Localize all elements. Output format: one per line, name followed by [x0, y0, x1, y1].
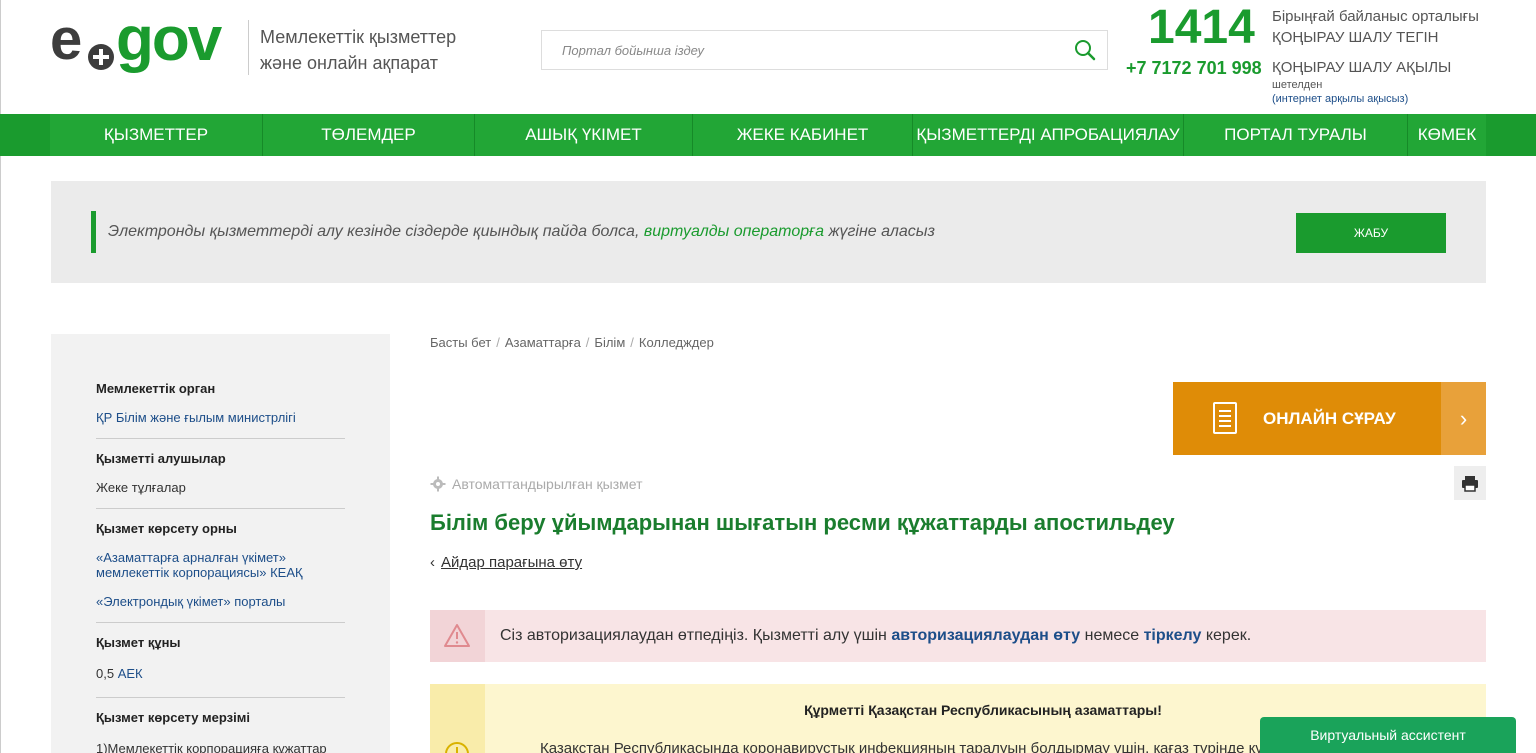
recipients-block: Қызметті алушылар Жеке тұлғалар: [96, 451, 345, 495]
tagline-line2: және онлайн ақпарат: [260, 53, 438, 73]
divider: [96, 438, 345, 439]
logo-divider: [248, 20, 249, 75]
breadcrumb-citizens[interactable]: Азаматтарға: [505, 335, 581, 350]
call-free-label: ҚОҢЫРАУ ШАЛУ ТЕГІН: [1272, 29, 1439, 46]
mci-link[interactable]: АЕК: [118, 666, 143, 681]
automated-service-label: Автоматтандырылған қызмет: [430, 476, 643, 492]
internet-free-link[interactable]: (интернет арқылы ақысыз): [1272, 93, 1408, 105]
recipients-value: Жеке тұлғалар: [96, 480, 186, 495]
service-place-title: Қызмет көрсету орны: [96, 521, 237, 536]
chevron-left-icon: ‹: [430, 554, 435, 571]
nav-item-payments[interactable]: ТӨЛЕМДЕР: [263, 114, 475, 156]
abroad-label: шетелден: [1272, 79, 1323, 91]
notice-title: Құрметті Қазақстан Республикасының азама…: [804, 702, 1162, 718]
close-banner-button[interactable]: ЖАБУ: [1296, 213, 1446, 253]
phone-short[interactable]: 1414: [1148, 0, 1255, 55]
alert-icon-area: [430, 610, 485, 662]
divider: [96, 508, 345, 509]
tagline: Мемлекеттік қызметтер және онлайн ақпара…: [260, 24, 510, 76]
alert-text-before: Сіз авторизациялаудан өтпедіңіз. Қызметт…: [500, 627, 892, 644]
nav-item-open-government[interactable]: АШЫҚ ҮКІМЕТ: [475, 114, 693, 156]
logo-gov: gov: [116, 5, 222, 74]
operator-banner: Электронды қызметтерді алу кезінде сізде…: [51, 181, 1486, 283]
service-term-block: Қызмет көрсету мерзімі 1)Мемлекеттік кор…: [96, 710, 345, 753]
warning-icon: [444, 624, 470, 647]
logo-e: e: [50, 7, 82, 72]
service-cost-value: 0,5 АЕК: [96, 666, 345, 681]
breadcrumb-separator: /: [496, 335, 500, 350]
login-link[interactable]: авторизациялаудан өту: [891, 627, 1080, 644]
virtual-operator-link[interactable]: виртуалды операторға: [644, 223, 824, 240]
logo-plus-icon: [88, 44, 114, 70]
banner-text-before: Электронды қызметтерді алу кезінде сізде…: [108, 223, 644, 240]
service-cost-block: Қызмет құны 0,5 АЕК: [96, 635, 345, 681]
divider: [96, 697, 345, 698]
gov-corporation-link[interactable]: «Азаматтарға арналған үкімет» мемлекетті…: [96, 550, 345, 580]
banner-accent-bar: [91, 211, 96, 253]
back-link[interactable]: ‹ Айдар парағына өту: [430, 554, 582, 571]
breadcrumb-education[interactable]: Білім: [594, 335, 625, 350]
gov-body-block: Мемлекеттік орган ҚР Білім және ғылым ми…: [96, 381, 345, 425]
print-button[interactable]: [1454, 466, 1486, 500]
nav-item-services[interactable]: ҚЫЗМЕТТЕР: [50, 114, 263, 156]
banner-text: Электронды қызметтерді алу кезінде сізде…: [108, 223, 935, 241]
back-link-label: Айдар парағына өту: [441, 554, 583, 571]
search-input[interactable]: [542, 31, 1062, 69]
service-info-sidebar: Мемлекеттік орган ҚР Білім және ғылым ми…: [51, 334, 390, 753]
call-paid-label: ҚОҢЫРАУ ШАЛУ АҚЫЛЫ: [1272, 59, 1452, 76]
main-nav: ҚЫЗМЕТТЕР ТӨЛЕМДЕР АШЫҚ ҮКІМЕТ ЖЕКЕ КАБИ…: [0, 114, 1536, 156]
search-icon[interactable]: [1073, 38, 1097, 62]
nav-item-personal-cabinet[interactable]: ЖЕКЕ КАБИНЕТ: [693, 114, 913, 156]
info-icon: [445, 742, 469, 753]
online-request-label: ОНЛАЙН СҰРАУ: [1263, 409, 1396, 428]
printer-icon: [1462, 476, 1478, 492]
service-cost-title: Қызмет құны: [96, 635, 181, 650]
phone-long[interactable]: +7 7172 701 998: [1126, 58, 1262, 79]
alert-text: Сіз авторизациялаудан өтпедіңіз. Қызметт…: [500, 627, 1251, 645]
auth-alert: Сіз авторизациялаудан өтпедіңіз. Қызметт…: [430, 610, 1486, 662]
notice-icon-area: [430, 684, 485, 753]
breadcrumb-separator: /: [585, 335, 590, 350]
chevron-right-icon: ›: [1441, 382, 1486, 455]
tagline-line1: Мемлекеттік қызметтер: [260, 27, 457, 47]
nav-item-help[interactable]: КӨМЕК: [1408, 114, 1486, 156]
alert-text-middle: немесе: [1080, 627, 1144, 644]
service-cost-number: 0,5: [96, 666, 115, 681]
divider: [96, 622, 345, 623]
service-term-title: Қызмет көрсету мерзімі: [96, 710, 250, 725]
page-title: Білім беру ұйымдарынан шығатын ресми құж…: [430, 510, 1175, 535]
egov-logo[interactable]: e gov: [50, 5, 240, 84]
gear-icon: [430, 476, 446, 492]
virtual-assistant-button[interactable]: Виртуальный ассистент: [1260, 717, 1516, 753]
gov-body-title: Мемлекеттік орган: [96, 381, 216, 396]
breadcrumb-separator: /: [630, 335, 634, 350]
notice-text: Қазақстан Республикасында коронавирустық…: [540, 740, 1331, 753]
breadcrumb-home[interactable]: Басты бет: [430, 335, 491, 350]
service-place-block: Қызмет көрсету орны «Азаматтарға арналға…: [96, 521, 345, 609]
nav-item-approbation[interactable]: ҚЫЗМЕТТЕРДІ АПРОБАЦИЯЛАУ: [913, 114, 1184, 156]
header: e gov Мемлекеттік қызметтер және онлайн …: [0, 0, 1536, 114]
service-term-value: 1)Мемлекеттік корпорацияға құжаттар: [96, 741, 327, 753]
banner-text-after: жүгіне аласыз: [824, 223, 935, 240]
alert-text-after: керек.: [1201, 627, 1252, 644]
egov-portal-link[interactable]: «Электрондық үкімет» порталы: [96, 594, 345, 609]
nav-item-about[interactable]: ПОРТАЛ ТУРАЛЫ: [1184, 114, 1408, 156]
document-icon: [1213, 402, 1237, 434]
breadcrumb-colleges[interactable]: Колледждер: [639, 335, 714, 350]
recipients-title: Қызметті алушылар: [96, 451, 226, 466]
register-link[interactable]: тіркелу: [1144, 627, 1202, 644]
breadcrumb: Басты бет / Азаматтарға / Білім / Колледждер: [430, 335, 714, 350]
gov-body-link[interactable]: ҚР Білім және ғылым министрлігі: [96, 410, 345, 425]
search-box: [541, 30, 1108, 70]
automated-service-text: Автоматтандырылған қызмет: [452, 476, 643, 492]
contact-center-label: Бірыңғай байланыс орталығы: [1272, 8, 1479, 25]
online-request-button[interactable]: ОНЛАЙН СҰРАУ ›: [1173, 382, 1486, 455]
